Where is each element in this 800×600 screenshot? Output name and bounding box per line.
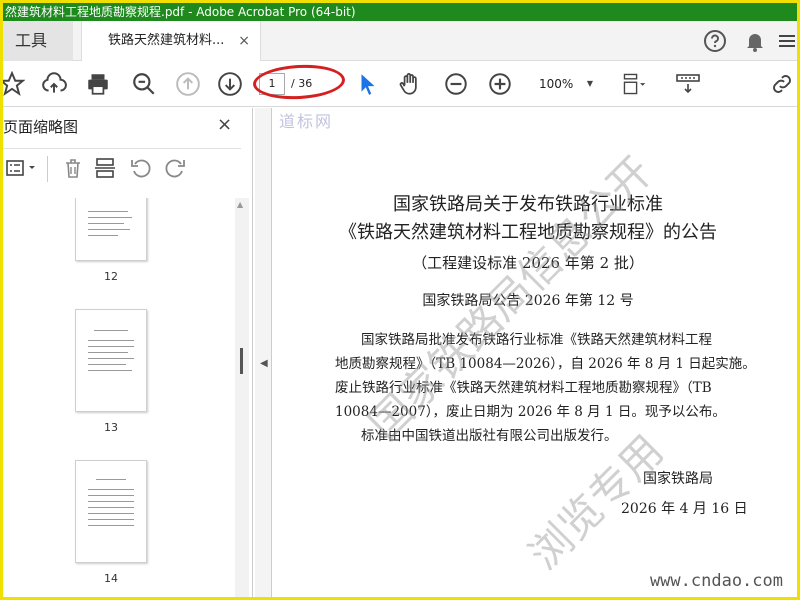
thumbnail-label: 13: [104, 421, 118, 434]
main-toolbar: 1 / 36 100% ▼: [3, 61, 797, 107]
site-url: www.cndao.com: [649, 571, 783, 591]
scrollbar-thumb[interactable]: [240, 348, 243, 374]
window-titlebar: 然建筑材料工程地质勘察规程.pdf - Adobe Acrobat Pro (6…: [3, 3, 797, 21]
bell-icon[interactable]: [743, 29, 767, 53]
app-window: 然建筑材料工程地质勘察规程.pdf - Adobe Acrobat Pro (6…: [3, 3, 797, 597]
site-logo: 道标网: [279, 112, 334, 131]
link-icon[interactable]: [769, 71, 795, 97]
options-menu-icon[interactable]: [5, 156, 35, 180]
zoom-in-icon[interactable]: [487, 71, 513, 97]
document-view: 道标网 国家铁路局关于发布铁路行业标准 《铁路天然建筑材料工程地质勘察规程》的公…: [273, 108, 797, 597]
page-fit-icon[interactable]: [621, 71, 647, 97]
hand-tool-icon[interactable]: [397, 71, 423, 97]
tab-document-label: 铁路天然建筑材料...: [108, 33, 225, 48]
doc-title-line1: 国家铁路局关于发布铁路行业标准: [393, 194, 663, 215]
thumbnail-list: 12 13 14: [3, 198, 235, 597]
bookmark-star-icon[interactable]: [3, 70, 26, 97]
page-thumbnail[interactable]: [75, 309, 147, 412]
zoom-level-select[interactable]: 100% ▼: [525, 72, 601, 96]
window-title: 然建筑材料工程地质勘察规程.pdf - Adobe Acrobat Pro (6…: [5, 5, 356, 19]
previous-page-icon[interactable]: [175, 71, 201, 97]
search-zoom-icon[interactable]: [131, 71, 157, 97]
page-thumbnail[interactable]: [75, 198, 147, 261]
annotation-circle: [252, 62, 346, 102]
tab-bar: 工具 铁路天然建筑材料... ×: [3, 21, 797, 61]
select-cursor-icon[interactable]: [355, 71, 381, 97]
close-icon[interactable]: ×: [217, 114, 232, 135]
delete-page-icon[interactable]: [61, 156, 85, 180]
thumbnail-scrollbar[interactable]: ▲: [235, 198, 249, 597]
tab-document[interactable]: 铁路天然建筑材料... ×: [81, 21, 261, 61]
chevron-left-icon[interactable]: ◀: [260, 358, 268, 369]
tab-close-icon[interactable]: ×: [238, 21, 250, 61]
thumbnails-panel: 页面缩略图 × 12 13 14 ▲: [3, 108, 253, 597]
tab-tools[interactable]: 工具: [3, 21, 73, 61]
panel-title: 页面缩略图: [3, 118, 79, 136]
rotate-left-icon[interactable]: [129, 156, 153, 180]
thumbnail-label: 14: [104, 572, 118, 585]
next-page-icon[interactable]: [217, 71, 243, 97]
chevron-down-icon: ▼: [586, 79, 593, 88]
divider: [47, 156, 48, 182]
insert-page-icon[interactable]: [93, 156, 117, 180]
rotate-right-icon[interactable]: [163, 156, 187, 180]
print-icon[interactable]: [85, 71, 111, 97]
help-icon[interactable]: [703, 29, 727, 53]
upload-cloud-icon[interactable]: [41, 71, 67, 97]
read-mode-icon[interactable]: [675, 71, 701, 97]
body-line: 国家铁路局批准发布铁路行业标准《铁路天然建筑材料工程: [361, 332, 712, 348]
zoom-out-icon[interactable]: [443, 71, 469, 97]
zoom-level-value: 100%: [539, 77, 574, 91]
divider: [3, 148, 241, 149]
more-menu-icon[interactable]: [775, 29, 797, 53]
thumbnail-label: 12: [104, 270, 118, 283]
issue-date: 2026 年 4 月 16 日: [621, 501, 748, 517]
scroll-up-icon[interactable]: ▲: [237, 200, 243, 209]
panel-collapse-handle[interactable]: ◀: [255, 108, 272, 597]
page-thumbnail[interactable]: [75, 460, 147, 563]
